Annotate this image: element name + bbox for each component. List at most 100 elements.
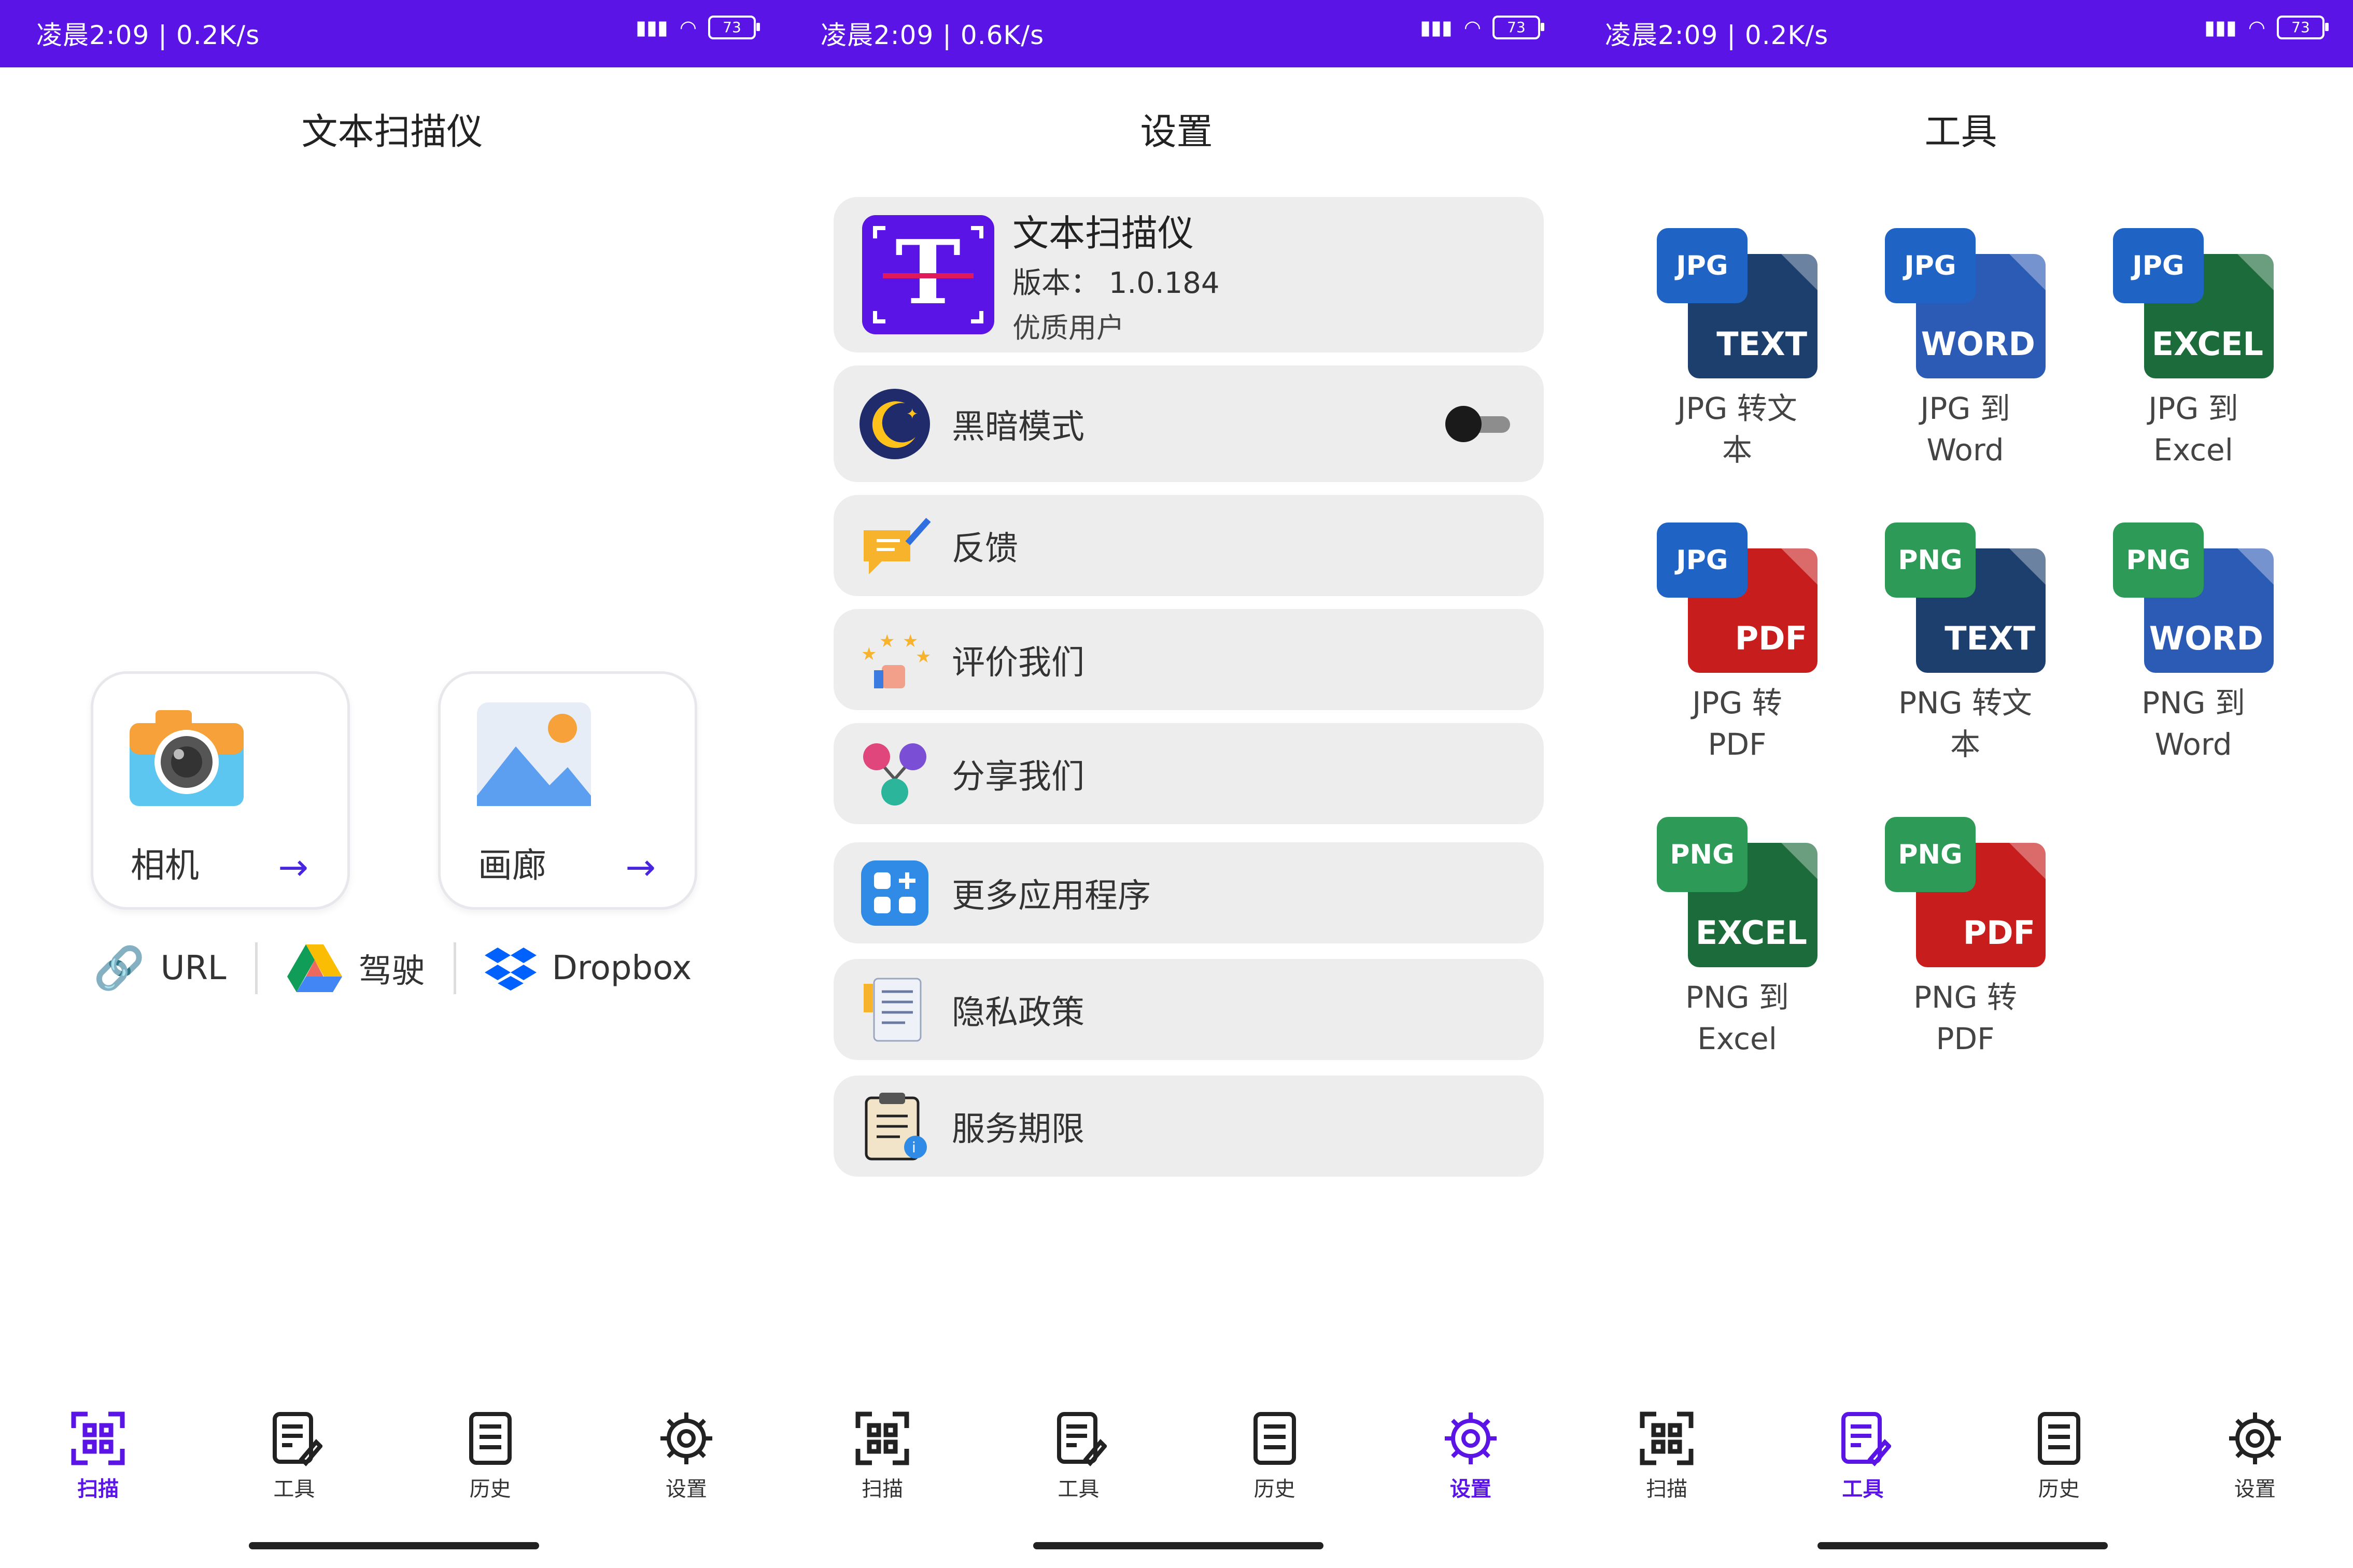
tab-tools-label: 工具: [273, 1477, 315, 1501]
wifi-icon: ◠: [1463, 16, 1481, 39]
tab-history[interactable]: 历史: [1177, 1394, 1373, 1529]
dropbox-label: Dropbox: [552, 949, 692, 987]
rate-us-row[interactable]: ★ ★ ★ ★ 评价我们: [834, 609, 1544, 710]
file-convert-icon: PDF PNG: [1885, 817, 2046, 967]
scan-icon: [1640, 1411, 1694, 1465]
privacy-policy-label: 隐私政策: [952, 993, 1084, 1032]
dark-mode-row[interactable]: ✦ 黑暗模式: [834, 365, 1544, 482]
page-title: 文本扫描仪: [301, 110, 483, 153]
drive-source[interactable]: 驾驶: [286, 943, 425, 993]
tool-label-line2: 本: [1950, 727, 1980, 762]
home-indicator[interactable]: [1033, 1542, 1323, 1549]
tool-jpg-to-pdf[interactable]: PDF JPG JPG 转 PDF: [1623, 522, 1851, 765]
arrow-right-icon: →: [278, 846, 308, 888]
tools-icon: [273, 1412, 323, 1466]
tab-tools[interactable]: 工具: [1765, 1394, 1961, 1529]
terms-of-service-row[interactable]: i 服务期限: [834, 1076, 1544, 1177]
battery-icon: 73: [2277, 16, 2329, 39]
tab-tools[interactable]: 工具: [980, 1394, 1176, 1529]
doc-type-label: WORD: [2149, 619, 2263, 657]
terms-of-service-label: 服务期限: [952, 1110, 1084, 1149]
tab-history-label: 历史: [2038, 1477, 2080, 1501]
tab-settings[interactable]: 设置: [588, 1394, 784, 1529]
feedback-row[interactable]: 反馈: [834, 495, 1544, 596]
tool-jpg-to-excel[interactable]: EXCEL JPG JPG 到 Excel: [2079, 228, 2307, 471]
tool-label-line1: JPG 到: [2148, 391, 2238, 426]
dark-mode-item: ✦ 黑暗模式: [834, 365, 1544, 482]
url-source[interactable]: 🔗 URL: [93, 944, 227, 993]
tool-png-to-text[interactable]: TEXT PNG PNG 转文本: [1851, 522, 2079, 765]
app-info-text: 文本扫描仪 版本： 1.0.184 优质用户: [1012, 204, 1220, 346]
home-indicator[interactable]: [249, 1542, 539, 1549]
tool-jpg-to-word[interactable]: WORD JPG JPG 到 Word: [1851, 228, 2079, 471]
moon-icon: ✦: [858, 388, 931, 460]
doc-type-label: TEXT: [1945, 619, 2035, 657]
more-apps-row[interactable]: 更多应用程序: [834, 842, 1544, 943]
gallery-card[interactable]: 画廊 →: [438, 671, 697, 910]
tool-label-line2: Excel: [1697, 1021, 1777, 1056]
camera-card[interactable]: 相机 →: [91, 671, 350, 910]
dropbox-source[interactable]: Dropbox: [484, 945, 692, 992]
tab-scan[interactable]: 扫描: [0, 1394, 196, 1529]
gallery-icon: [477, 702, 591, 806]
home-indicator[interactable]: [1817, 1542, 2108, 1549]
doc-type-label: TEXT: [1716, 325, 1807, 363]
tool-label: PNG 到 Excel: [1623, 977, 1851, 1060]
image-type-badge: PNG: [1657, 817, 1748, 892]
feedback-icon: [858, 510, 931, 582]
tools-icon: [1057, 1412, 1107, 1466]
privacy-policy-row[interactable]: 隐私政策: [834, 959, 1544, 1060]
tool-jpg-to-text[interactable]: TEXT JPG JPG 转文本: [1623, 228, 1851, 471]
wifi-icon: ◠: [2248, 16, 2265, 39]
rate-us-label: 评价我们: [952, 643, 1084, 682]
divider: [453, 942, 456, 994]
tab-scan[interactable]: 扫描: [784, 1394, 980, 1529]
tool-label: JPG 转文本: [1623, 388, 1851, 471]
gear-icon: [2229, 1412, 2281, 1464]
signal-icon: ▮▮▮: [1420, 16, 1453, 39]
tool-label-line1: JPG 到: [1920, 391, 2010, 426]
tool-png-to-word[interactable]: WORD PNG PNG 到 Word: [2079, 522, 2307, 765]
image-type-badge: PNG: [2113, 522, 2204, 598]
tab-scan-label: 扫描: [77, 1477, 119, 1501]
share-us-row[interactable]: 分享我们: [834, 723, 1544, 824]
image-type-label: PNG: [1898, 839, 1963, 870]
image-type-badge: PNG: [1885, 522, 1976, 598]
gear-icon: [660, 1412, 712, 1464]
url-label: URL: [160, 949, 227, 987]
image-type-badge: JPG: [1885, 228, 1976, 303]
scan-icon: [71, 1411, 125, 1465]
svg-text:i: i: [912, 1139, 916, 1156]
tab-scan[interactable]: 扫描: [1569, 1394, 1765, 1529]
tool-label-line1: PNG 转文: [1898, 685, 2032, 721]
privacy-policy-item: 隐私政策: [834, 959, 1544, 1060]
tab-tools[interactable]: 工具: [196, 1394, 392, 1529]
tab-settings[interactable]: 设置: [1373, 1394, 1569, 1529]
svg-text:T: T: [895, 221, 961, 324]
file-convert-icon: EXCEL JPG: [2113, 228, 2274, 378]
history-icon: [469, 1412, 512, 1465]
tab-history[interactable]: 历史: [392, 1394, 588, 1529]
dropbox-icon: [484, 948, 537, 991]
clipboard-icon: i: [858, 1090, 931, 1163]
tool-label: JPG 到 Word: [1851, 388, 2079, 471]
status-time: 凌晨2:09 | 0.2K/s: [36, 20, 260, 50]
share-us-label: 分享我们: [952, 757, 1084, 796]
file-convert-icon: TEXT PNG: [1885, 522, 2046, 673]
tab-history[interactable]: 历史: [1961, 1394, 2157, 1529]
tools-icon: [1841, 1412, 1892, 1466]
tool-label-line2: PDF: [1708, 727, 1767, 762]
image-type-badge: JPG: [1657, 522, 1748, 598]
tab-settings[interactable]: 设置: [2157, 1394, 2353, 1529]
status-bar: 凌晨2:09 | 0.2K/s ▮▮▮ ◠ 73: [0, 0, 784, 67]
tab-scan-label: 扫描: [862, 1477, 904, 1501]
tool-label-line2: Excel: [2153, 432, 2233, 468]
dark-mode-toggle[interactable]: [1445, 405, 1513, 442]
tool-png-to-pdf[interactable]: PDF PNG PNG 转 PDF: [1851, 817, 2079, 1060]
tool-png-to-excel[interactable]: EXCEL PNG PNG 到 Excel: [1623, 817, 1851, 1060]
gallery-label: 画廊: [478, 845, 546, 885]
image-type-badge: JPG: [1657, 228, 1748, 303]
tool-label-line2: Word: [2154, 727, 2232, 762]
tool-label-line2: 本: [1722, 432, 1752, 468]
doc-type-label: EXCEL: [1695, 914, 1807, 952]
